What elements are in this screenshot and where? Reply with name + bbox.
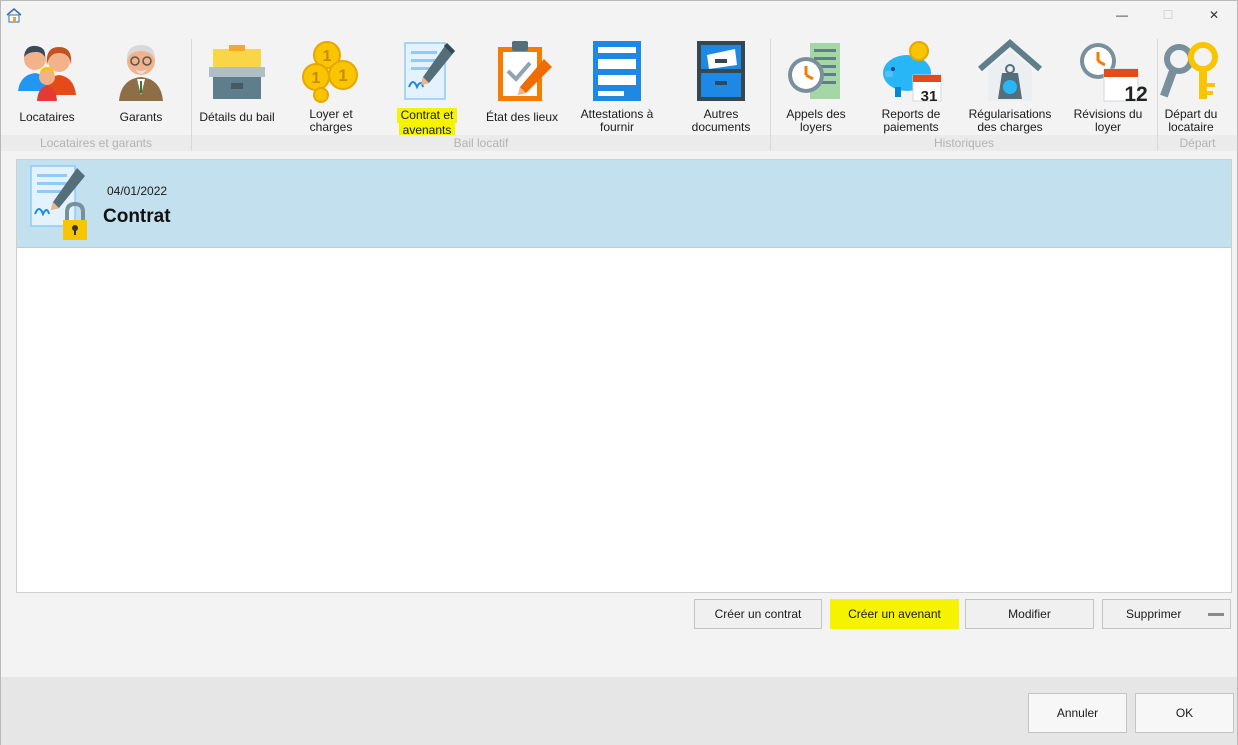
ribbon-label-line2: charges (309, 120, 353, 134)
ribbon-label-line2: locataire (1168, 120, 1214, 134)
ribbon-rent-revisions-button[interactable]: 12 Révisions du loyer (1065, 35, 1151, 135)
create-contract-button[interactable]: Créer un contrat (694, 599, 822, 629)
item-title: Contrat (103, 206, 171, 227)
group-label-history: Historiques (771, 135, 1157, 151)
ribbon-payment-postponements-button[interactable]: 31 Reports de paiements (869, 35, 953, 135)
ribbon-tenant-departure-button[interactable]: Départ du locataire (1159, 35, 1223, 135)
coins-icon: 1 1 1 (302, 41, 358, 103)
list-item[interactable]: 04/01/2022 Contrat (17, 160, 1231, 248)
item-date: 04/01/2022 (107, 184, 168, 198)
calendar-day-12: 12 (1124, 83, 1148, 106)
tenants-icon (18, 45, 76, 101)
delete-button[interactable]: Supprimer (1102, 599, 1231, 629)
ribbon-inventory-button[interactable]: État des lieux (479, 35, 565, 135)
ribbon-toolbar: Locataires Garants Détails du bail 1 1 1… (1, 31, 1237, 153)
ribbon-label-line1: Contrat et (396, 108, 458, 123)
ribbon-charge-adjustments-button[interactable]: Régularisations des charges (961, 35, 1059, 135)
home-app-icon (6, 8, 22, 23)
maximize-button[interactable]: ☐ (1145, 1, 1191, 29)
cancel-button[interactable]: Annuler (1028, 693, 1127, 733)
lease-box-icon (209, 45, 265, 99)
modify-button[interactable]: Modifier (965, 599, 1094, 629)
calendar-day-31: 31 (920, 88, 938, 105)
rent-call-clock-icon (788, 43, 840, 99)
ribbon-label-line2: des charges (977, 120, 1043, 134)
contract-icon (404, 42, 455, 100)
ok-button[interactable]: OK (1135, 693, 1234, 733)
minus-icon (1208, 613, 1224, 616)
svg-text:1: 1 (312, 70, 321, 87)
ribbon-guarantors-button[interactable]: Garants (101, 35, 181, 135)
svg-text:1: 1 (323, 48, 332, 65)
group-label-lease: Bail locatif (192, 135, 770, 151)
ribbon-label: Garants (119, 110, 163, 124)
checklist-icon (498, 41, 552, 101)
svg-text:1: 1 (338, 66, 347, 85)
ribbon-label-line2: fournir (599, 120, 634, 134)
ribbon-lease-details-button[interactable]: Détails du bail (195, 35, 279, 135)
guarantor-icon (119, 45, 163, 101)
locked-contract-icon (30, 165, 87, 240)
group-label-departure: Départ (1158, 135, 1237, 151)
create-amendment-button[interactable]: Créer un avenant (830, 599, 959, 629)
ribbon-certificates-button[interactable]: Attestations à fournir (573, 35, 661, 135)
close-button[interactable]: ✕ (1191, 1, 1237, 29)
ribbon-contract-amendments-button[interactable]: Contrat et avenants (385, 35, 469, 138)
ribbon-label: Détails du bail (199, 110, 275, 124)
ribbon-tenants-button[interactable]: Locataires (7, 35, 87, 135)
ribbon-rent-charges-button[interactable]: 1 1 1 Loyer et charges (291, 35, 371, 135)
contracts-list[interactable]: 04/01/2022 Contrat (16, 159, 1232, 593)
ribbon-label-line2: documents (691, 120, 751, 134)
filing-cabinet-icon (697, 41, 745, 101)
ribbon-label: État des lieux (485, 110, 559, 124)
ribbon-label: Locataires (19, 110, 75, 124)
keys-icon (1160, 42, 1218, 99)
ribbon-label-line2: loyer (1094, 120, 1121, 134)
ribbon-rent-calls-button[interactable]: Appels des loyers (775, 35, 857, 135)
title-bar: — ☐ ✕ (1, 1, 1237, 29)
house-weight-icon (978, 39, 1042, 101)
certificates-icon (593, 41, 641, 101)
minimize-button[interactable]: — (1099, 1, 1145, 29)
group-label-tenants: Locataires et garants (1, 135, 191, 151)
ribbon-other-documents-button[interactable]: Autres documents (677, 35, 765, 135)
ribbon-label-line2: loyers (799, 120, 832, 134)
delete-label: Supprimer (1126, 607, 1182, 621)
dialog-window: — ☐ ✕ Locataires Garants Détails du bail… (0, 0, 1238, 745)
ribbon-label-line2: paiements (883, 120, 939, 134)
